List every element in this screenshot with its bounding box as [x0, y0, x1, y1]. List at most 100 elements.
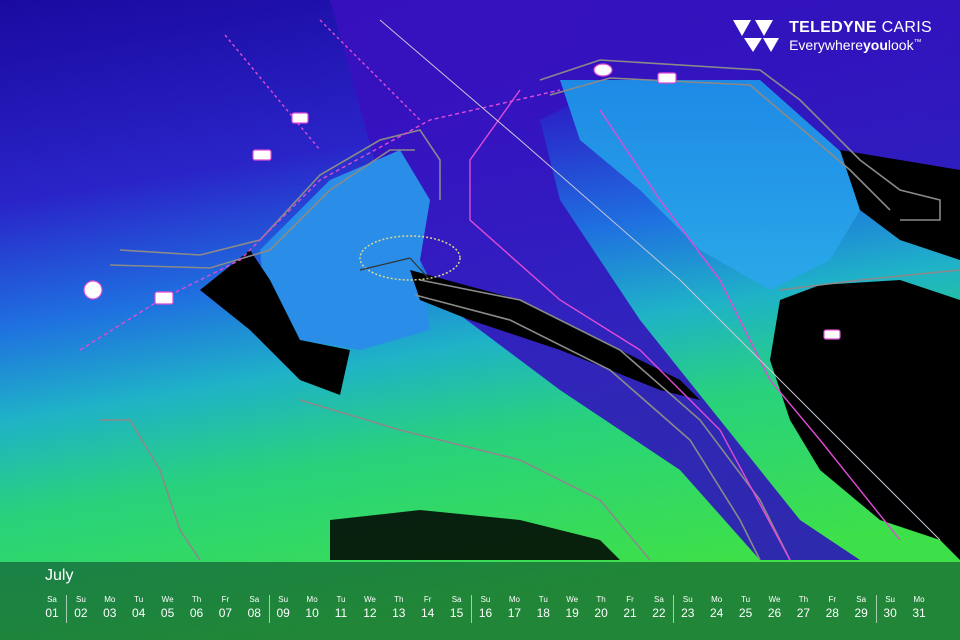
- calendar-day-name: Mo: [711, 595, 723, 604]
- calendar-day-number: 22: [652, 606, 666, 620]
- calendar-day-name: Th: [596, 595, 606, 604]
- calendar-day: Mo 31: [905, 595, 933, 621]
- calendar-day-number: 27: [796, 606, 811, 620]
- calendar-day-name: Fr: [423, 595, 432, 604]
- calendar-day-name: Su: [278, 595, 289, 604]
- calendar-day: Sa 15: [443, 595, 471, 621]
- calendar-day: Tu 04: [125, 595, 153, 621]
- calendar-day-number: 03: [103, 606, 117, 620]
- calendar-day: Mo 03: [96, 595, 124, 621]
- calendar-day-number: 29: [854, 606, 868, 620]
- wallpaper: TELEDYNE CARIS Everywhereyoulook™ July S…: [0, 0, 960, 640]
- calendar-days: Sa 01 Su 02 Mo 03 Tu 04 We 05 Th 06 Fr 07 Sa 08 Su 09 Mo 10…: [0, 595, 960, 625]
- calendar-day-name: Su: [885, 595, 895, 604]
- teledyne-logo-icon: [733, 20, 780, 52]
- calendar-day: We 26: [761, 595, 789, 621]
- calendar-day-name: Su: [75, 595, 86, 604]
- calendar-day-number: 31: [912, 606, 926, 620]
- calendar-day-number: 12: [363, 606, 377, 620]
- calendar-day-name: Sa: [653, 595, 664, 604]
- calendar-day: Mo 24: [703, 595, 731, 621]
- calendar-day-name: Sa: [451, 595, 462, 604]
- calendar-day: Su 09: [269, 595, 297, 621]
- calendar-day-name: We: [566, 595, 579, 604]
- calendar-day-name: Mo: [913, 595, 925, 604]
- calendar-day-number: 28: [825, 606, 839, 620]
- calendar-day: Fr 28: [818, 595, 846, 621]
- calendar-day-name: Su: [480, 595, 491, 604]
- calendar-day: We 12: [356, 595, 384, 621]
- calendar-day-number: 17: [507, 606, 522, 620]
- bathymetry-map: [0, 0, 960, 640]
- brand-name-light: CARIS: [881, 19, 932, 36]
- calendar-day: Tu 11: [327, 595, 355, 621]
- calendar-day-number: 09: [276, 606, 290, 620]
- teledyne-caris-logo: TELEDYNE CARIS Everywhereyoulook™: [731, 18, 932, 54]
- calendar-day-name: Sa: [856, 595, 867, 604]
- calendar-day-name: Fr: [828, 595, 837, 604]
- calendar-day-name: We: [768, 595, 781, 604]
- calendar-day-number: 11: [334, 606, 348, 620]
- calendar-day-number: 13: [392, 606, 406, 620]
- calendar-day: Th 13: [385, 595, 413, 621]
- calendar-day-number: 10: [305, 606, 319, 620]
- calendar-day: Tu 18: [529, 595, 557, 621]
- calendar-day-number: 05: [160, 606, 175, 620]
- calendar-day: Th 06: [183, 595, 211, 621]
- calendar-day-number: 07: [218, 606, 233, 620]
- calendar-day-number: 21: [623, 606, 637, 620]
- calendar-day: We 19: [558, 595, 586, 621]
- trademark-mark: ™: [913, 37, 922, 47]
- calendar-day: Su 23: [674, 595, 702, 621]
- calendar-day-name: Tu: [134, 595, 144, 604]
- calendar-day: Tu 25: [732, 595, 760, 621]
- calendar-day-number: 18: [536, 606, 550, 620]
- calendar-day: Fr 14: [414, 595, 442, 621]
- calendar-day: Th 27: [789, 595, 817, 621]
- calendar-day-number: 25: [738, 606, 753, 620]
- calendar-day-name: We: [363, 595, 376, 604]
- brand-tagline: Everywhereyoulook™: [789, 38, 932, 52]
- calendar-day-name: Th: [798, 595, 809, 604]
- calendar-day: Mo 17: [500, 595, 528, 621]
- calendar-day-number: 01: [45, 606, 59, 620]
- calendar-day-name: Th: [191, 595, 202, 604]
- calendar-day-name: Mo: [306, 595, 318, 604]
- calendar-day: We 05: [154, 595, 182, 621]
- calendar-day-name: Fr: [221, 595, 230, 604]
- calendar-day-name: Tu: [538, 595, 548, 604]
- calendar-day: Su 02: [67, 595, 95, 621]
- calendar-day-number: 15: [449, 606, 464, 620]
- brand-name-bold: TELEDYNE: [789, 19, 877, 36]
- calendar-day-number: 20: [594, 606, 608, 620]
- calendar-month: July: [45, 567, 74, 584]
- calendar-day-name: Sa: [249, 595, 260, 604]
- calendar-day: Th 20: [587, 595, 615, 621]
- calendar-day-number: 02: [74, 606, 88, 620]
- calendar-day-number: 14: [421, 606, 435, 620]
- calendar-day-number: 06: [189, 606, 204, 620]
- calendar-day-name: Th: [394, 595, 404, 604]
- calendar-day-number: 19: [565, 606, 579, 620]
- calendar-day: Mo 10: [298, 595, 326, 621]
- calendar-day: Su 16: [472, 595, 500, 621]
- calendar-day: Sa 22: [645, 595, 673, 621]
- calendar-day-number: 24: [710, 606, 724, 620]
- calendar-day-number: 08: [247, 606, 261, 620]
- calendar-day-name: Su: [682, 595, 693, 604]
- calendar-day-name: Mo: [104, 595, 116, 604]
- tagline-bold: you: [863, 37, 888, 53]
- calendar-day: Sa 08: [240, 595, 268, 621]
- calendar-day-name: Fr: [626, 595, 634, 604]
- calendar-day: Fr 21: [616, 595, 644, 621]
- calendar-day-number: 26: [767, 606, 782, 620]
- calendar-day-number: 04: [132, 606, 146, 620]
- calendar-strip: July Sa 01 Su 02 Mo 03 Tu 04 We 05 Th 06 Fr 07 Sa 08 Su 0…: [0, 562, 960, 640]
- calendar-day: Sa 29: [847, 595, 875, 621]
- tagline-start: Everywhere: [789, 37, 864, 53]
- brand-name: TELEDYNE CARIS: [789, 20, 932, 36]
- calendar-day-number: 23: [681, 606, 695, 620]
- calendar-day: Sa 01: [38, 595, 66, 621]
- tagline-end: look: [887, 37, 914, 53]
- calendar-day-name: Tu: [741, 595, 751, 604]
